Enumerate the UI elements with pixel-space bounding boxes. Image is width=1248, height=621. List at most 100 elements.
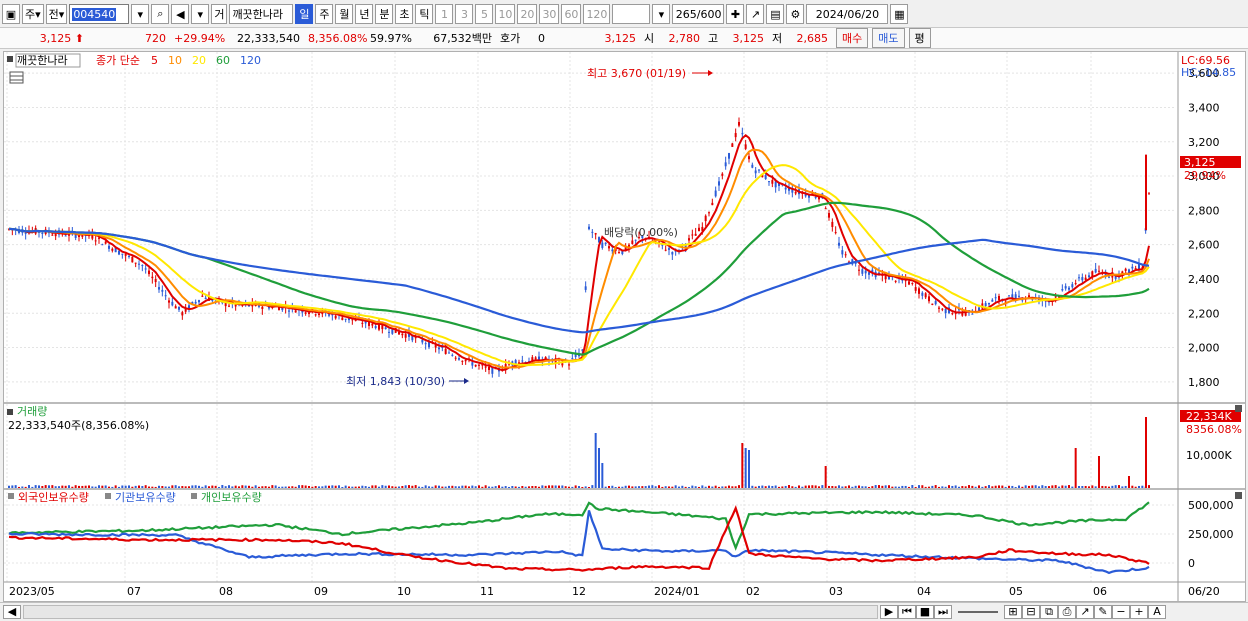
split-icon[interactable]: ⊟ <box>1022 604 1040 619</box>
volume-close-icon[interactable] <box>1235 405 1242 412</box>
candle-body <box>728 153 730 159</box>
copy-icon[interactable]: ⧉ <box>1040 604 1058 619</box>
interval-10[interactable]: 10 <box>495 4 516 24</box>
stop-icon[interactable]: ■ <box>916 604 934 619</box>
period-tick[interactable]: 틱 <box>415 4 434 24</box>
period-year[interactable]: 년 <box>355 4 374 24</box>
candle-body <box>344 318 347 320</box>
sell-button[interactable]: 매도 <box>872 28 905 48</box>
current-price-value: 3,125 <box>39 31 72 45</box>
horizontal-scrollbar[interactable] <box>23 604 878 619</box>
interval-20[interactable]: 20 <box>517 4 538 24</box>
volume-bar <box>478 485 480 488</box>
stock-chart[interactable]: 3,6003,4003,2003,0002,8002,6002,4002,200… <box>4 52 1245 601</box>
candle-body <box>998 296 1000 301</box>
open-price: 2,780 <box>668 31 701 45</box>
volume-bar <box>354 486 357 488</box>
panel-menu-icon[interactable] <box>7 56 13 62</box>
interval-120[interactable]: 120 <box>583 4 611 24</box>
volume-bar <box>791 486 794 488</box>
volume-bar <box>578 486 580 488</box>
save-icon[interactable]: ▤ <box>766 4 785 24</box>
forward-icon[interactable]: ⏭ <box>934 604 952 619</box>
volume-bar <box>474 486 477 488</box>
volume-bar <box>101 485 104 488</box>
prev-select[interactable]: 전 ▾ <box>45 4 68 24</box>
date-input[interactable]: 2024/06/20 <box>806 4 889 24</box>
table-icon[interactable] <box>9 71 24 84</box>
volume-bar <box>494 486 497 488</box>
candle-body <box>618 252 620 254</box>
candle-body <box>741 133 744 135</box>
count-input[interactable]: 265/600 <box>672 4 725 24</box>
cross-tool-icon[interactable]: ✚ <box>726 4 745 24</box>
volume-bar <box>1041 485 1044 488</box>
volume-bar <box>704 486 707 488</box>
volume-panel-menu-icon[interactable] <box>7 409 13 415</box>
interval-custom-input[interactable] <box>612 4 651 24</box>
volume-bar <box>1008 485 1010 488</box>
volume-bar <box>934 485 937 488</box>
volume-bar <box>241 485 244 488</box>
gear-icon[interactable]: ⚙ <box>786 4 805 24</box>
period-month[interactable]: 월 <box>335 4 354 24</box>
volume-bar <box>568 486 570 488</box>
volume-bar <box>1011 485 1014 488</box>
volume-bar <box>24 486 27 488</box>
speaker-icon[interactable]: ◀ <box>171 4 190 24</box>
stock-code-input[interactable]: 004540 <box>69 4 130 24</box>
open-label: 시 <box>644 32 655 45</box>
period-day[interactable]: 일 <box>295 4 314 24</box>
volume-bar <box>98 485 100 488</box>
volume-bar <box>248 485 250 488</box>
stock-list-button[interactable]: 거 <box>211 4 228 24</box>
candle-body <box>41 232 44 234</box>
search-icon[interactable]: ⌕ <box>151 4 170 24</box>
buy-button[interactable]: 매수 <box>836 28 869 48</box>
volume-bar <box>1031 485 1034 488</box>
layout-icon[interactable]: ⊞ <box>1004 604 1022 619</box>
drawing-tool-icon[interactable]: ↗ <box>746 4 765 24</box>
interval-30[interactable]: 30 <box>539 4 560 24</box>
evaluate-button[interactable]: 평 <box>908 28 931 48</box>
volume-bar <box>1048 486 1050 488</box>
price-legend-stock-name: 깨끗한나라 <box>17 54 68 67</box>
volume-bar <box>228 485 230 488</box>
interval-dropdown-icon[interactable]: ▾ <box>652 4 671 24</box>
volume-bar <box>931 485 934 488</box>
speaker-dropdown-icon[interactable]: ▾ <box>191 4 210 24</box>
volume-bar <box>264 486 267 488</box>
interval-5[interactable]: 5 <box>475 4 494 24</box>
market-select[interactable]: 주 ▾ <box>22 4 44 24</box>
calendar-icon[interactable]: ▦ <box>890 4 909 24</box>
volume-bar <box>168 486 170 488</box>
chart-menu-icon[interactable]: ▣ <box>2 4 20 24</box>
font-size-icon[interactable]: A <box>1148 604 1166 619</box>
chart-area[interactable]: 3,600 3,400 3,200 3,000 2,800 2,600 2,400 2,200… <box>3 51 1246 602</box>
pen-icon[interactable]: ✎ <box>1094 604 1112 619</box>
volume-bar <box>1088 486 1090 488</box>
volume-bar <box>211 485 214 488</box>
period-week[interactable]: 주 <box>315 4 334 24</box>
code-dropdown-icon[interactable]: ▾ <box>131 4 150 24</box>
trend-icon[interactable]: ↗ <box>1076 604 1094 619</box>
interval-60[interactable]: 60 <box>561 4 582 24</box>
zoom-out-icon[interactable]: − <box>1112 604 1130 619</box>
print-icon[interactable]: ⎙ <box>1058 604 1076 619</box>
zoom-slider[interactable] <box>958 610 998 613</box>
scroll-right-icon[interactable]: ▶ <box>880 604 898 619</box>
candle-body <box>391 329 394 334</box>
volume-bar <box>908 486 910 488</box>
scroll-left-icon[interactable]: ◀ <box>3 604 21 619</box>
volume-bar <box>218 486 220 488</box>
period-minute[interactable]: 분 <box>375 4 394 24</box>
interval-1[interactable]: 1 <box>435 4 454 24</box>
rewind-icon[interactable]: ⏮ <box>898 604 916 619</box>
zoom-in-icon[interactable]: + <box>1130 604 1148 619</box>
volume-bar <box>188 486 190 488</box>
interval-3[interactable]: 3 <box>455 4 474 24</box>
hc-label: HC:-14.85 <box>1181 66 1236 79</box>
period-second[interactable]: 초 <box>395 4 414 24</box>
candle-body <box>108 245 110 249</box>
holding-close-icon[interactable] <box>1235 492 1242 499</box>
